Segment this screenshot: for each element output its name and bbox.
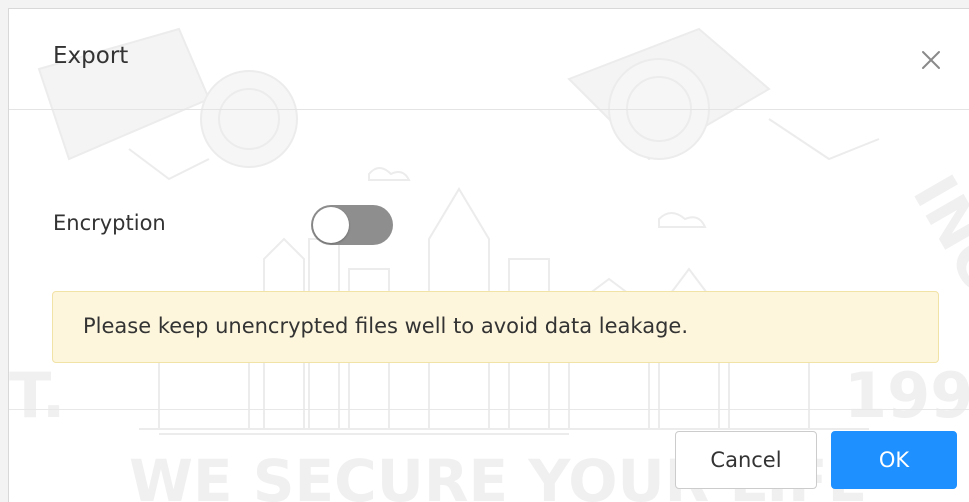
warning-banner: Please keep unencrypted files well to av… [52, 291, 939, 363]
cancel-button[interactable]: Cancel [675, 431, 817, 489]
warning-text: Please keep unencrypted files well to av… [83, 314, 688, 338]
close-button[interactable] [914, 43, 948, 77]
close-icon [922, 51, 940, 69]
svg-text:INC: INC [899, 164, 969, 300]
export-dialog: WE SECURE YOUR LIFE 199 T. INC Export En… [8, 8, 969, 502]
encryption-label: Encryption [53, 211, 166, 235]
dialog-title: Export [53, 43, 129, 69]
screen: WE SECURE YOUR LIFE 199 T. INC Export En… [0, 0, 969, 502]
toggle-knob [313, 207, 349, 243]
footer-divider [9, 409, 969, 410]
svg-text:T.: T. [9, 359, 65, 432]
svg-text:199: 199 [844, 359, 969, 432]
ok-button[interactable]: OK [831, 431, 957, 489]
dialog-header: Export [9, 9, 969, 110]
encryption-toggle[interactable] [311, 205, 393, 245]
